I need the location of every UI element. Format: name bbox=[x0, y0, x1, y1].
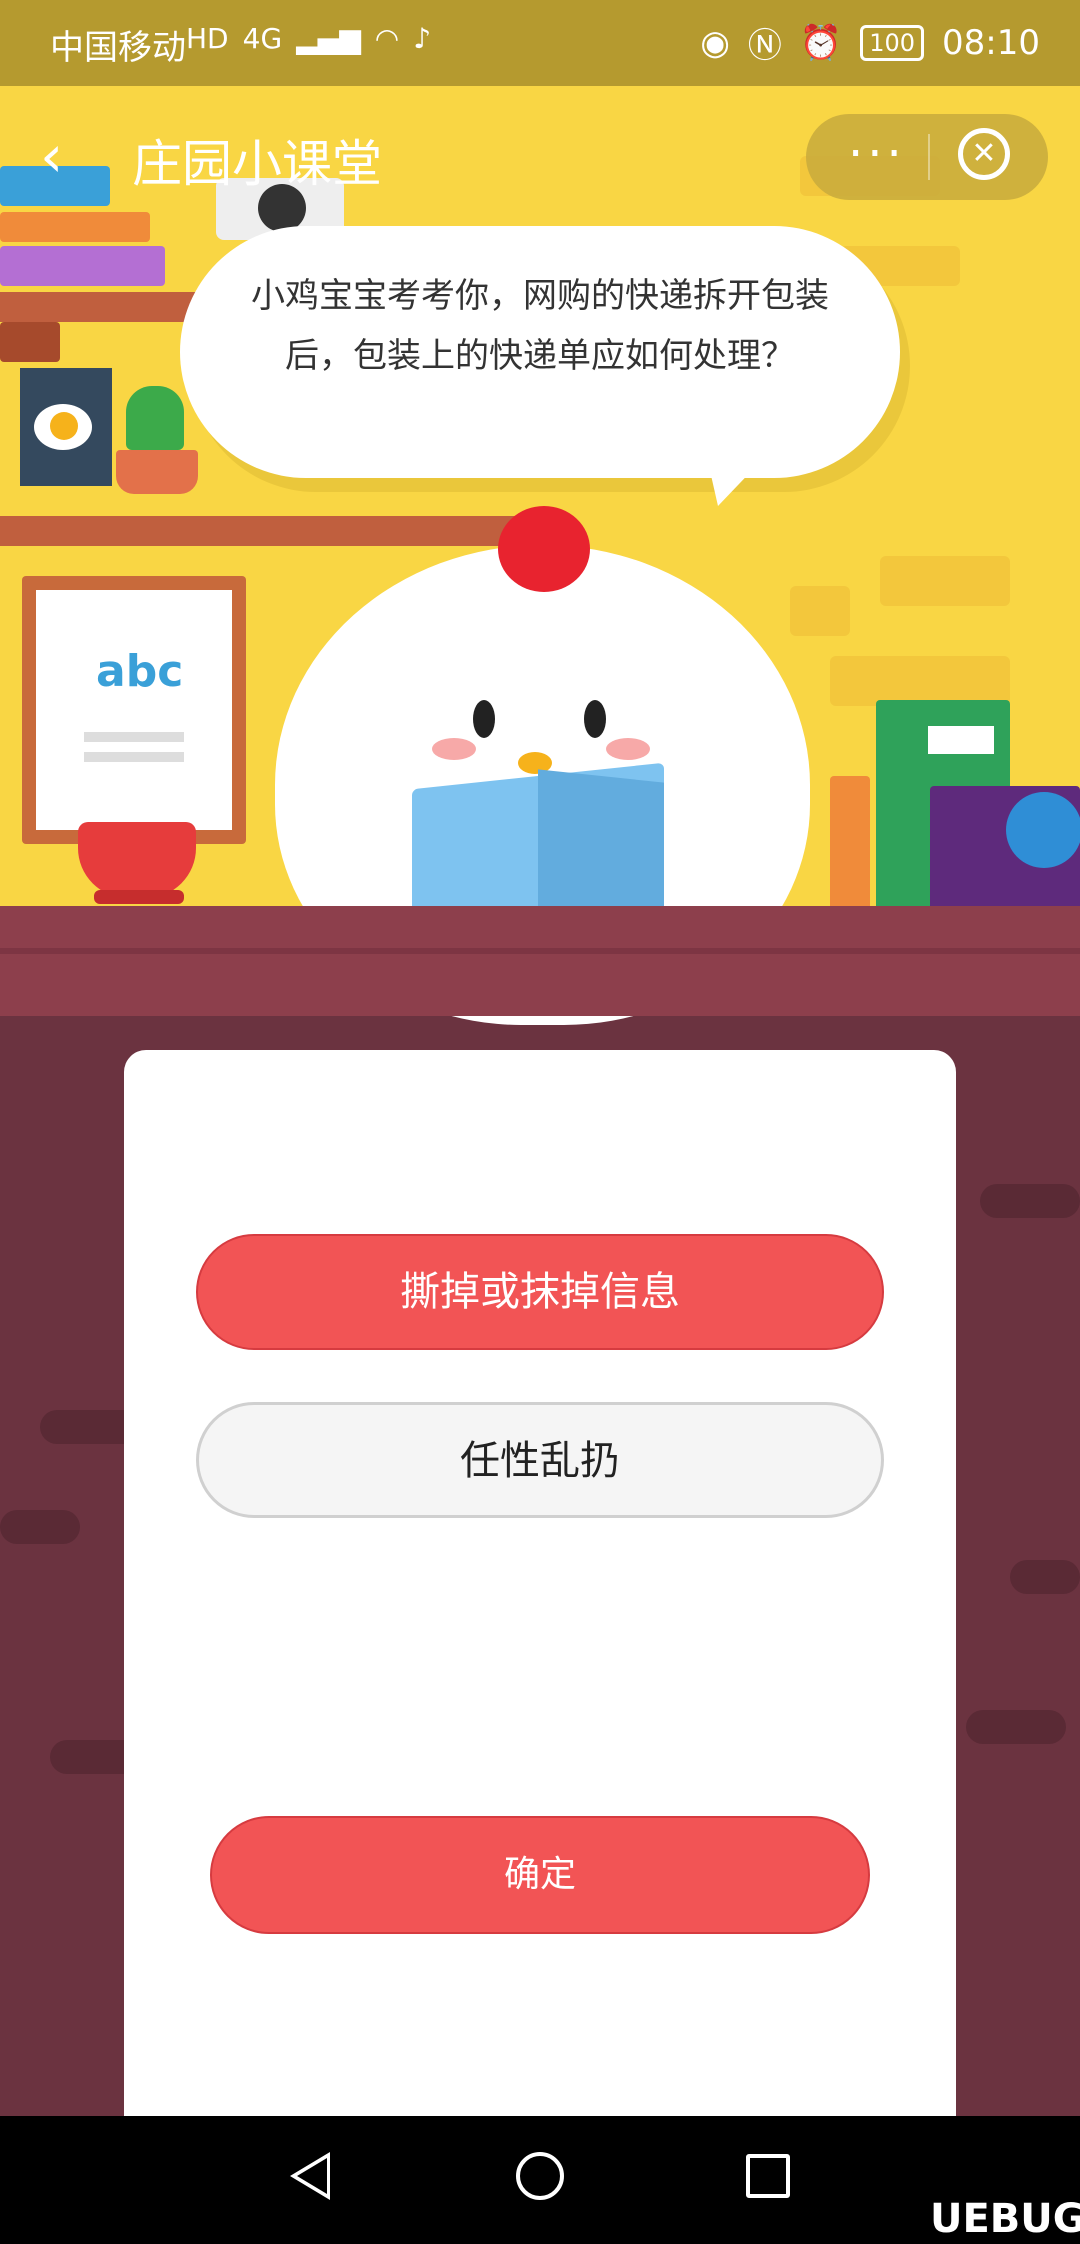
clock: 08:10 bbox=[942, 22, 1040, 63]
alarm-icon: ⏰ bbox=[799, 22, 843, 63]
capsule-divider bbox=[928, 134, 930, 180]
watermark-logo: UEBUG bbox=[930, 2196, 1080, 2242]
chicken-cheek-left bbox=[432, 738, 476, 760]
eye-icon: ◉ bbox=[700, 22, 730, 63]
poster-letters: abc bbox=[96, 646, 184, 697]
miniapp-capsule: ··· ✕ bbox=[806, 114, 1048, 200]
chicken-eye-right bbox=[584, 700, 606, 738]
page-title: 庄园小课堂 bbox=[132, 135, 382, 193]
answer-option-b[interactable]: 任性乱扔 bbox=[196, 1402, 884, 1518]
carrier-label: 中国移动 bbox=[50, 28, 186, 68]
signal-bars-icon: ▂▄▆ bbox=[296, 22, 361, 55]
nfc-icon: Ⓝ bbox=[747, 26, 782, 66]
chicken-cheek-right bbox=[606, 738, 650, 760]
battery-icon: 100 bbox=[860, 24, 925, 61]
nav-recent-apps-icon[interactable] bbox=[746, 2154, 790, 2198]
back-arrow-icon[interactable]: ‹ bbox=[40, 126, 100, 186]
answer-option-a[interactable]: 撕掉或抹掉信息 bbox=[196, 1234, 884, 1350]
globe-icon bbox=[1006, 792, 1080, 868]
chicken-comb bbox=[498, 506, 590, 592]
wifi-icon: ◠ bbox=[374, 22, 400, 55]
network-type-icon: 4G bbox=[242, 22, 283, 55]
signal-icons: HD 4G ▂▄▆ ◠ ♪ bbox=[186, 22, 431, 55]
status-bar: 中国移动 HD 4G ▂▄▆ ◠ ♪ ◉ Ⓝ ⏰ 100 08:10 bbox=[0, 0, 1080, 86]
nav-back-icon-inner bbox=[297, 2158, 327, 2194]
close-icon[interactable]: ✕ bbox=[958, 128, 1010, 180]
nav-home-icon[interactable] bbox=[516, 2152, 564, 2200]
hd-icon: HD bbox=[186, 22, 229, 55]
tiktok-icon: ♪ bbox=[413, 22, 432, 55]
cup-icon bbox=[78, 822, 196, 898]
chicken-eye-left bbox=[473, 700, 495, 738]
more-icon[interactable]: ··· bbox=[848, 126, 906, 182]
cactus-icon bbox=[126, 386, 184, 450]
confirm-button[interactable]: 确定 bbox=[210, 1816, 870, 1934]
quiz-question: 小鸡宝宝考考你，网购的快递拆开包装后，包装上的快递单应如何处理？ bbox=[251, 276, 829, 376]
quiz-card bbox=[124, 1050, 956, 2230]
table-grain bbox=[0, 948, 1080, 954]
table-surface bbox=[0, 906, 1080, 1016]
